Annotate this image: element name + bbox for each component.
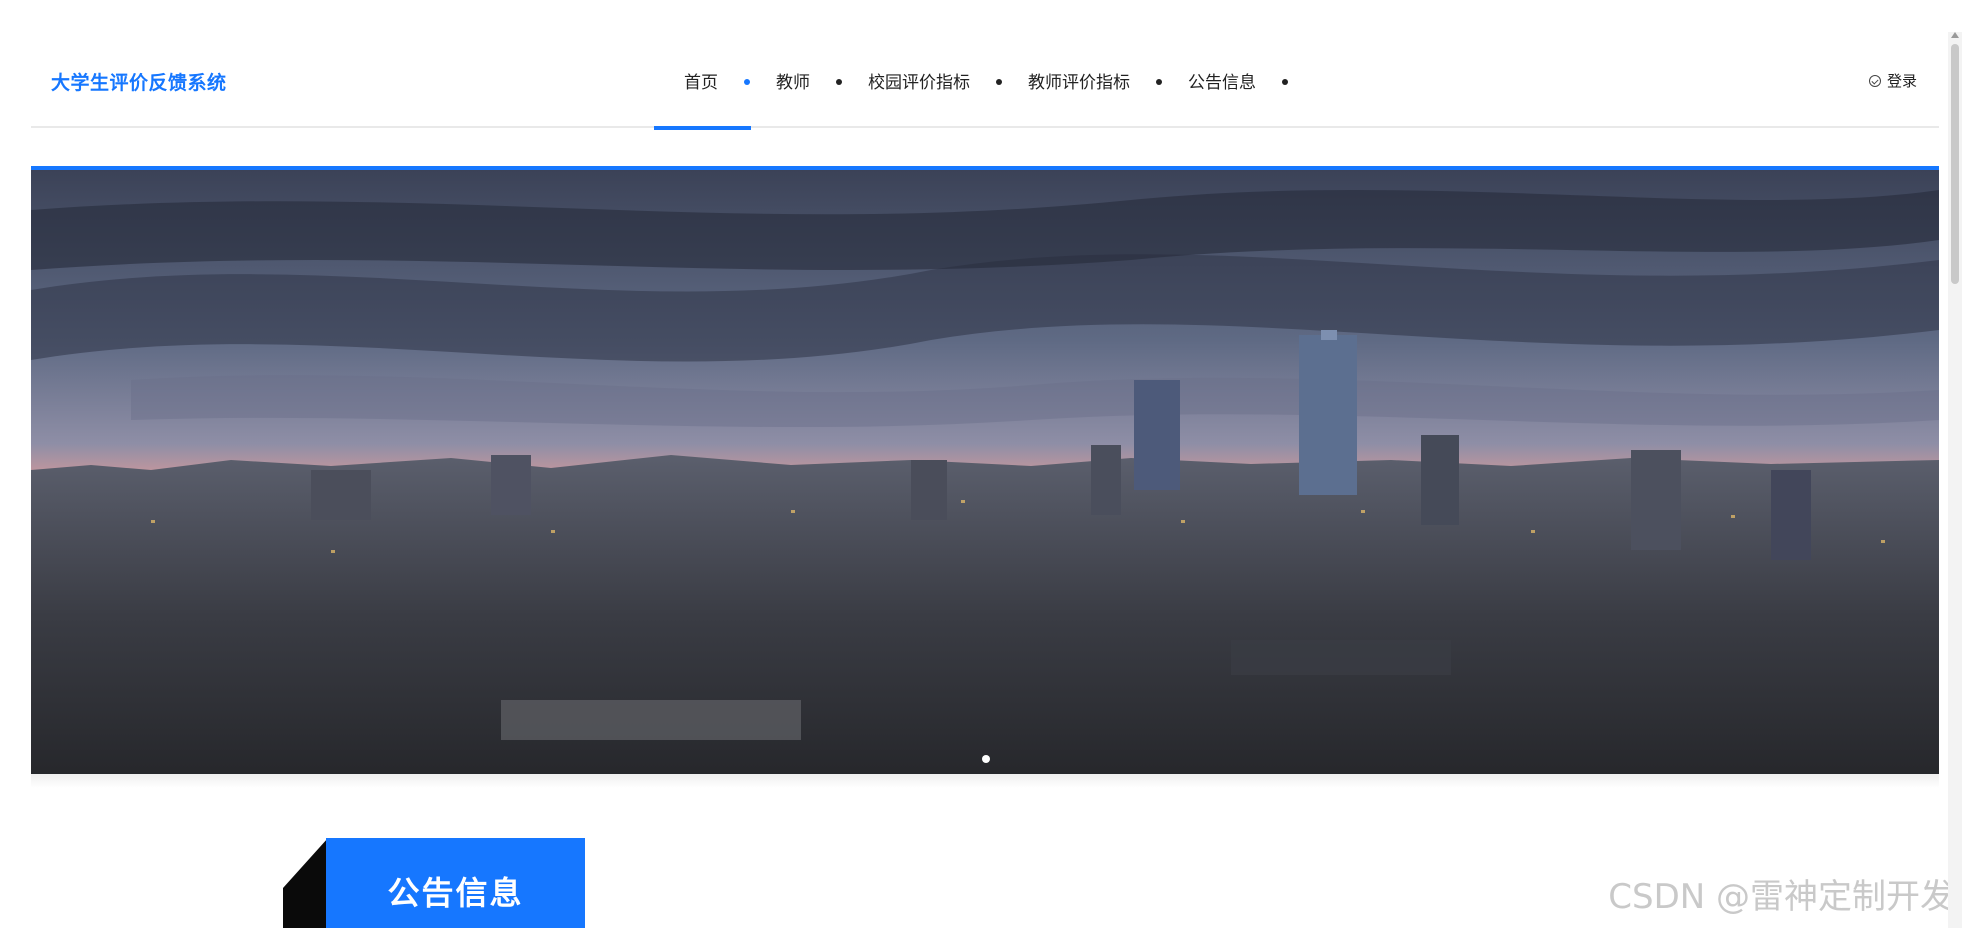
nav-separator-dot [996, 79, 1002, 85]
watermark-text: CSDN @雷神定制开发 [1608, 877, 1954, 917]
check-circle-icon [1868, 74, 1881, 87]
nav-separator-dot [744, 79, 750, 85]
hero-carousel[interactable] [31, 166, 1939, 778]
nav-separator-dot [836, 79, 842, 85]
login-label: 登录 [1886, 72, 1917, 90]
scroll-thumb[interactable] [1951, 44, 1959, 284]
nav-teacher-criteria[interactable]: 教师评价指标 [1028, 68, 1130, 93]
nav-announcements[interactable]: 公告信息 [1188, 68, 1256, 93]
main-nav: 首页 教师 校园评价指标 教师评价指标 公告信息 [654, 68, 1314, 130]
nav-campus-criteria[interactable]: 校园评价指标 [868, 68, 970, 93]
banner-image [31, 170, 1939, 778]
login-button[interactable]: 登录 [1868, 70, 1917, 91]
banner-shadow [31, 774, 1939, 788]
vertical-scrollbar[interactable] [1948, 32, 1962, 928]
nav-separator-dot [1156, 79, 1162, 85]
section-title: 公告信息 [387, 874, 524, 912]
site-brand[interactable]: 大学生评价反馈系统 [51, 68, 227, 95]
carousel-dot-active[interactable] [982, 755, 990, 763]
top-header: 大学生评价反馈系统 首页 教师 校园评价指标 教师评价指标 公告信息 登录 [31, 32, 1939, 130]
announcement-section-header: 公告信息 [283, 838, 585, 928]
nav-home[interactable]: 首页 [654, 68, 751, 130]
nav-teachers[interactable]: 教师 [776, 68, 810, 93]
scroll-up-arrow-icon[interactable] [1951, 32, 1959, 38]
nav-separator-dot [1282, 79, 1288, 85]
